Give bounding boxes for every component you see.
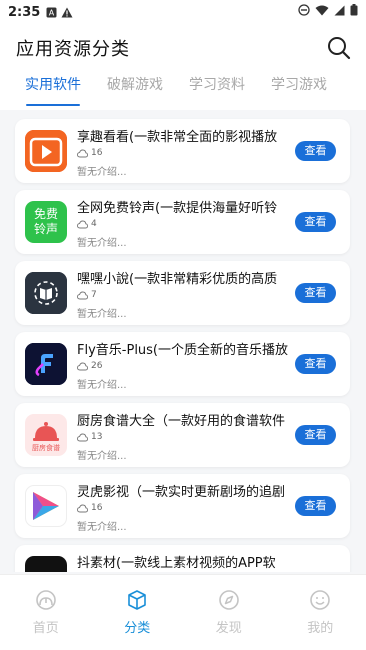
dnd-icon	[298, 4, 310, 20]
notification-a-icon: A	[46, 7, 57, 18]
view-button[interactable]: 查看	[295, 354, 336, 374]
tab-study-materials[interactable]: 学习资料	[176, 72, 258, 108]
view-button[interactable]: 查看	[295, 425, 336, 445]
cloud-icon	[77, 362, 88, 370]
smiley-icon	[310, 590, 331, 610]
svg-text:A: A	[49, 8, 55, 17]
category-tabs: 实用软件 破解游戏 学习资料 学习游戏	[0, 72, 366, 110]
app-description: 暂无介绍...	[77, 167, 127, 178]
gesture-bar	[0, 644, 366, 650]
music-app-icon	[25, 343, 67, 385]
home-icon	[35, 590, 56, 610]
app-description: 暂无介绍...	[77, 522, 127, 533]
icon-text: 厨房食谱	[32, 443, 60, 452]
app-description: 暂无介绍...	[77, 380, 127, 391]
download-count-value: 16	[91, 503, 103, 513]
nav-discover[interactable]: 发现	[183, 575, 275, 644]
view-button[interactable]: 查看	[295, 496, 336, 516]
app-name: 享趣看看(一款非常全面的影视播放	[77, 130, 278, 145]
app-name: 全网免费铃声(一款提供海量好听铃	[77, 201, 278, 216]
cloud-icon	[77, 149, 88, 157]
nav-label: 发现	[215, 621, 242, 636]
play-app-icon	[25, 130, 67, 172]
app-list: 享趣看看(一款非常全面的影视播放 16 暂无介绍... 查看 免费 铃声 全网免…	[0, 110, 366, 572]
app-description: 暂无介绍...	[77, 451, 127, 462]
tab-cracked-games[interactable]: 破解游戏	[94, 72, 176, 108]
download-count-value: 7	[91, 290, 97, 300]
cloud-icon	[77, 291, 88, 299]
list-item[interactable]: 灵虎影视（一款实时更新剧场的追剧 16 暂无介绍... 查看	[15, 474, 350, 538]
download-count: 16	[77, 503, 102, 513]
download-count-value: 16	[91, 148, 103, 158]
download-count: 7	[77, 290, 97, 300]
bottom-nav: 首页 分类 发现 我的	[0, 574, 366, 644]
tab-study-games[interactable]: 学习游戏	[258, 72, 340, 108]
wifi-icon	[315, 5, 329, 20]
search-icon[interactable]	[326, 35, 352, 61]
app-bar: 应用资源分类	[0, 24, 366, 72]
battery-icon	[350, 4, 358, 20]
icon-text: 免费	[33, 207, 58, 221]
compass-icon	[218, 590, 239, 610]
cloud-icon	[77, 504, 88, 512]
nav-home[interactable]: 首页	[0, 575, 92, 644]
download-count: 16	[77, 148, 102, 158]
view-button[interactable]: 查看	[295, 283, 336, 303]
app-name: 灵虎影视（一款实时更新剧场的追剧	[77, 485, 286, 500]
list-item[interactable]: 嘿嘿小說(一款非常精彩优质的高质 7 暂无介绍... 查看	[15, 261, 350, 325]
list-item[interactable]: 免费 铃声 全网免费铃声(一款提供海量好听铃 4 暂无介绍... 查看	[15, 190, 350, 254]
download-count: 13	[77, 432, 102, 442]
download-count-value: 4	[91, 219, 97, 229]
tab-utility-software[interactable]: 实用软件	[12, 72, 94, 108]
download-count: 26	[77, 361, 102, 371]
material-app-icon	[25, 556, 67, 572]
cloud-icon	[77, 433, 88, 441]
icon-text: 铃声	[33, 222, 58, 236]
category-cube-icon	[128, 590, 147, 610]
app-name: 抖素材(一款线上素材视频的APP软	[77, 556, 276, 571]
app-description: 暂无介绍...	[77, 238, 127, 249]
view-button[interactable]: 查看	[295, 141, 336, 161]
nav-category[interactable]: 分类	[92, 575, 184, 644]
app-name: Fly音乐-Plus(一个质全新的音乐播放	[77, 343, 289, 358]
ringtone-app-icon: 免费 铃声	[25, 201, 67, 243]
app-name: 厨房食谱大全（一款好用的食谱软件	[77, 414, 286, 429]
app-description: 暂无介绍...	[77, 309, 127, 320]
view-button[interactable]: 查看	[295, 212, 336, 232]
list-item[interactable]: Fly音乐-Plus(一个质全新的音乐播放 26 暂无介绍... 查看	[15, 332, 350, 396]
status-time: 2:35	[8, 4, 41, 20]
download-count: 4	[77, 219, 97, 229]
video-app-icon	[25, 485, 67, 527]
list-item[interactable]: 享趣看看(一款非常全面的影视播放 16 暂无介绍... 查看	[15, 119, 350, 183]
nav-label: 我的	[307, 621, 334, 636]
page-title: 应用资源分类	[16, 39, 130, 60]
list-item[interactable]: 厨房食谱 厨房食谱大全（一款好用的食谱软件 13 暂无介绍... 查看	[15, 403, 350, 467]
download-count-value: 13	[91, 432, 103, 442]
download-count-value: 26	[91, 361, 103, 371]
recipe-app-icon: 厨房食谱	[25, 414, 67, 456]
nav-label: 分类	[124, 621, 151, 636]
status-bar: 2:35 A	[0, 0, 366, 24]
cloud-icon	[77, 220, 88, 228]
book-app-icon	[25, 272, 67, 314]
warning-icon	[61, 7, 73, 18]
nav-profile[interactable]: 我的	[275, 575, 366, 644]
status-icons	[298, 4, 358, 20]
nav-label: 首页	[32, 621, 59, 636]
list-item[interactable]: 抖素材(一款线上素材视频的APP软	[15, 545, 350, 572]
signal-icon	[334, 5, 345, 20]
app-name: 嘿嘿小說(一款非常精彩优质的高质	[77, 272, 278, 287]
